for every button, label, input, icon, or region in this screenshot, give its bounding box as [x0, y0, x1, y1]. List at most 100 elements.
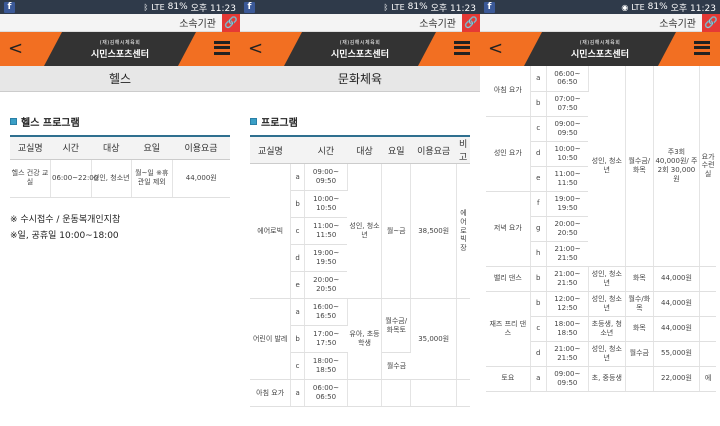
cell: 어린이 발레 [250, 298, 292, 380]
menu-icon[interactable] [214, 41, 230, 55]
table-header-row: 교실명 시간 대상 요일 이용요금 [10, 137, 230, 160]
cell [456, 379, 470, 407]
cell: 성인, 청소년 [91, 159, 132, 198]
page-title: 헬스 [0, 66, 240, 92]
menu-icon[interactable] [694, 41, 710, 55]
cell: b [290, 325, 305, 353]
program-table-continued: 아침 요가 a 06:00~ 06:50 성인, 청소년 월수금/화목 주3회 … [486, 66, 716, 392]
cell: a [530, 66, 547, 92]
col-header: 시간 [304, 137, 348, 164]
org-link[interactable]: 소속기관 [659, 15, 696, 30]
bluetooth-icon: ᛒ [383, 2, 389, 12]
network-label: LTE [631, 2, 645, 12]
cell: 유아, 초등학생 [347, 298, 383, 380]
clock: 오후 11:23 [190, 3, 236, 14]
cell: 아침 요가 [486, 66, 531, 117]
col-header: 요일 [131, 137, 172, 160]
menu-icon[interactable] [454, 41, 470, 55]
cell: d [530, 141, 547, 167]
cell: 12:00~ 12:50 [546, 291, 589, 317]
cell: 22,000원 [653, 366, 701, 392]
back-icon[interactable]: < [248, 38, 263, 59]
battery-label: 81% [167, 2, 188, 12]
section-title-text: 프로그램 [261, 118, 298, 129]
logo-title: 시민스포츠센터 [571, 50, 629, 60]
logo-subtitle: (재)김해시체육회 [99, 40, 141, 46]
cell: c [290, 352, 305, 380]
battery-label: 81% [407, 2, 428, 12]
network-label: LTE [391, 2, 405, 12]
cell: 21:00~ 21:50 [546, 266, 589, 292]
top-bar: 소속기관 🔗 [240, 13, 480, 32]
health-table: 교실명 시간 대상 요일 이용요금 헬스 건강 교실 06:00~22:00 성… [10, 137, 230, 198]
back-icon[interactable]: < [8, 38, 23, 59]
cell: 밸리 댄스 [486, 266, 531, 292]
back-icon[interactable]: < [488, 38, 503, 59]
col-header: 요일 [381, 137, 411, 164]
screenshot-strip: f ᛒ LTE 81% 오후 11:23 소속기관 🔗 < (재)김해시체육회 … [0, 0, 720, 426]
cell: c [290, 217, 305, 245]
cell: 월~금 [381, 163, 412, 299]
cell: 토요 [486, 366, 531, 392]
table-row: 에어로빅 a 09:00~ 09:50 성인, 청소년 월~금 38,500원 … [250, 163, 470, 299]
note-line: ※일, 공휴일 10:00~18:00 [10, 230, 119, 241]
cell: 20:00~ 20:50 [304, 271, 348, 299]
cell: 06:00~ 06:50 [546, 66, 589, 92]
cell: 17:00~ 17:50 [304, 325, 348, 353]
cell: 38,500원 [410, 163, 457, 299]
cell: 19:00~ 19:50 [304, 244, 348, 272]
col-header: 비고 [456, 137, 470, 164]
bullet-icon [250, 118, 257, 125]
clock: 오후 11:23 [430, 3, 476, 14]
cell: 초등생, 청소년 [588, 316, 626, 342]
logo[interactable]: (재)김해시체육회 시민스포츠센터 [78, 39, 162, 60]
program-table: 교실명 시간 대상 요일 이용요금 비고 에어로빅 a 09:00~ 09:50… [250, 137, 470, 407]
cell: 06:00~22:00 [50, 159, 98, 198]
col-header: 교실명 [10, 137, 51, 160]
program-section: 프로그램 교실명 시간 대상 요일 이용요금 비고 에어로빅 a 09:00~ … [240, 92, 480, 407]
col-header: 이용요금 [172, 137, 230, 160]
cell [410, 379, 457, 407]
cell: f [530, 191, 547, 217]
status-bar: f ᛒ LTE 81% 오후 11:23 [240, 0, 480, 14]
cell: 10:00~ 10:50 [304, 190, 348, 218]
col-header: 시간 [50, 137, 91, 160]
logo[interactable]: (재)김해시체육회 시민스포츠센터 [318, 39, 402, 60]
cell: 월수/화목 [625, 291, 654, 317]
org-link[interactable]: 소속기관 [419, 15, 456, 30]
cell: 에어로빅 [250, 163, 292, 299]
cell: 44,000원 [172, 159, 230, 198]
cell [347, 379, 383, 407]
cell: a [290, 298, 305, 326]
status-bar: f ᛒ LTE 81% 오후 11:23 [0, 0, 240, 14]
location-icon: ◉ [621, 2, 629, 12]
panel-culture-scrolled: f ◉ LTE 81% 오후 11:23 소속기관 🔗 < (재)김해시체육회 … [480, 0, 720, 426]
table-row: 재즈 프리 댄스 b 12:00~ 12:50 성인, 청소년 월수/화목 44… [486, 291, 716, 367]
table-row: 토요 a 09:00~ 09:50 초, 중등생 22,000원 에 [486, 366, 716, 392]
bullet-icon [10, 118, 17, 125]
cell: 09:00~ 09:50 [546, 366, 589, 392]
cell: 성인, 청소년 [588, 266, 626, 292]
cell: 성인, 청소년 [588, 341, 626, 367]
cell: 20:00~ 20:50 [546, 216, 589, 242]
cell: 44,000원 [653, 316, 701, 342]
cell: 09:00~ 09:50 [304, 163, 348, 191]
cell: 18:00~ 18:50 [546, 316, 589, 342]
cell [625, 366, 654, 392]
cell: 35,000원 [410, 298, 457, 380]
org-link[interactable]: 소속기관 [179, 15, 216, 30]
cell: 19:00~ 19:50 [546, 191, 589, 217]
link-icon[interactable]: 🔗 [702, 13, 720, 32]
cell: 저녁 요가 [486, 191, 531, 267]
cell: c [530, 316, 547, 342]
logo[interactable]: (재)김해시체육회 시민스포츠센터 [558, 39, 642, 60]
link-icon[interactable]: 🔗 [222, 13, 240, 32]
link-icon[interactable]: 🔗 [462, 13, 480, 32]
col-header: 교실명 [250, 137, 291, 164]
cell: 21:00~ 21:50 [546, 341, 589, 367]
cell: d [290, 244, 305, 272]
logo-title: 시민스포츠센터 [331, 50, 389, 60]
cell: 16:00~ 16:50 [304, 298, 348, 326]
cell: 에어로빅장 [456, 163, 470, 299]
cell: b [530, 266, 547, 292]
